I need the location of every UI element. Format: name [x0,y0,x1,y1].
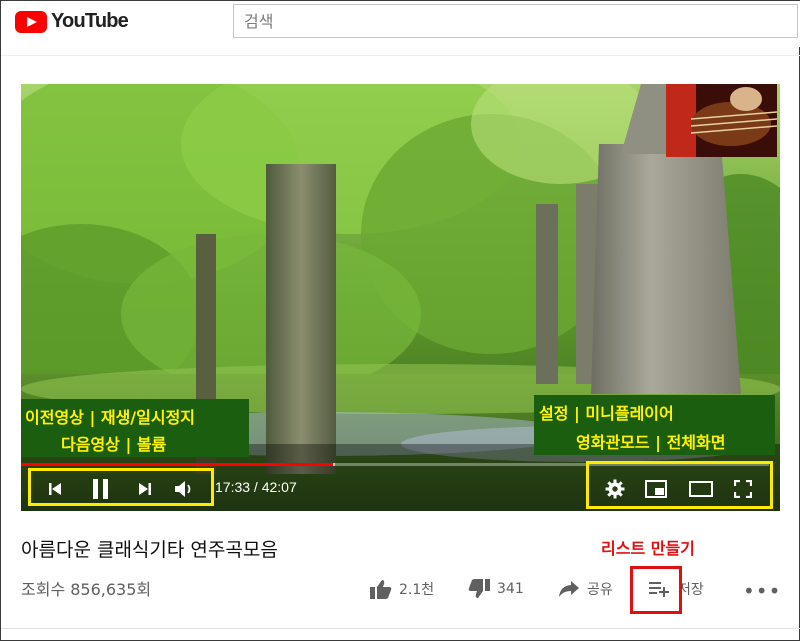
more-actions-icon[interactable]: ••• [743,579,781,603]
current-time: 17:33 [215,479,251,495]
time-display: 17:33 / 42:07 [215,479,297,495]
bottom-divider [1,628,800,629]
annotation-left-label: 이전영상 | 재생/일시정지 다음영상 | 볼륨 [21,399,249,457]
search-box [233,4,798,38]
search-input[interactable] [234,5,797,37]
annotation-left-line1: 이전영상 | 재생/일시정지 [25,408,196,427]
share-button[interactable]: 공유 [558,579,613,599]
create-list-note: 리스트 만들기 [601,539,695,558]
view-count: 조회수 856,635회 [21,580,152,599]
share-arrow-icon [559,581,579,597]
header-divider [1,55,800,56]
youtube-play-icon [15,10,47,33]
controls-highlight-left [28,468,214,506]
annotation-right-line2: 영화관모드 | 전체화면 [576,433,726,452]
annotation-right-line1: 설정 | 미니플레이어 [539,404,674,423]
masthead: YouTube [1,1,800,47]
duration: 42:07 [261,479,297,495]
annotation-left-line2: 다음영상 | 볼륨 [61,435,167,454]
save-highlight-box [630,566,682,614]
annotation-right-label: 설정 | 미니플레이어 영화관모드 | 전체화면 [534,395,775,455]
youtube-logo[interactable]: YouTube [15,10,129,33]
share-label: 공유 [587,582,613,598]
thumbs-down-icon [468,579,490,598]
time-separator: / [250,479,262,495]
dislike-button[interactable]: 341 [468,579,524,599]
progress-played [21,463,333,466]
logo-text: YouTube [51,10,129,32]
like-count: 2.1천 [399,582,435,598]
controls-highlight-right [586,461,773,509]
video-title: 아름다운 클래식기타 연주곡모음 [21,539,278,561]
like-button[interactable]: 2.1천 [370,579,434,599]
dislike-count: 341 [497,581,524,597]
thumbs-up-icon [370,580,392,599]
video-thumbnail-overlay [666,84,777,157]
